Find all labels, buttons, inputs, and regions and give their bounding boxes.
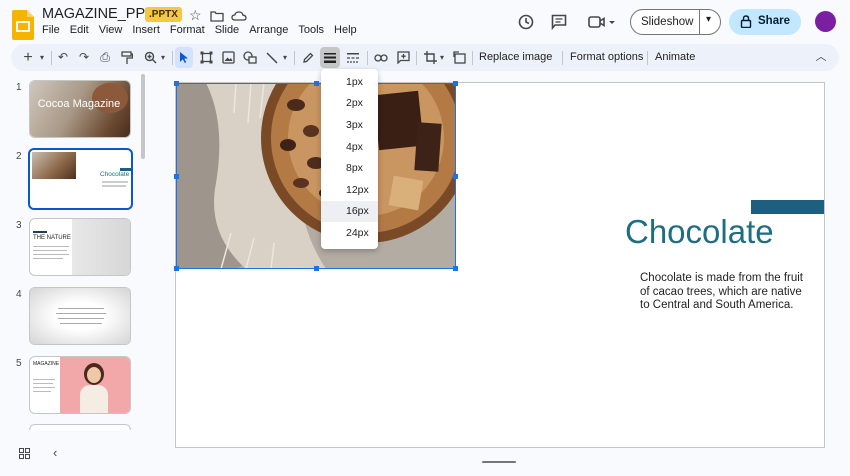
- crop-chevron-icon[interactable]: ▾: [438, 44, 446, 71]
- menu-format[interactable]: Format: [170, 24, 205, 36]
- new-slide-plus-icon[interactable]: +: [21, 44, 35, 71]
- animate-button[interactable]: Animate: [655, 44, 695, 71]
- slideshow-label: Slideshow: [641, 16, 694, 28]
- slide-number: 1: [16, 82, 22, 93]
- slideshow-button[interactable]: Slideshow ▾: [630, 9, 721, 35]
- star-icon[interactable]: ☆: [189, 7, 202, 24]
- slide-number: 3: [16, 220, 22, 231]
- collapse-toolbar-chevron-up-icon[interactable]: ︿: [814, 44, 828, 71]
- frame-select-icon[interactable]: [197, 44, 215, 71]
- account-avatar[interactable]: [815, 11, 836, 32]
- line-icon[interactable]: [264, 44, 280, 71]
- paint-format-icon[interactable]: [119, 44, 135, 71]
- slide-3-title: THE NATURE: [33, 235, 71, 241]
- version-history-icon[interactable]: [517, 13, 535, 36]
- slide-thumbnail-6-partial[interactable]: [29, 424, 131, 430]
- resize-handle[interactable]: [174, 174, 179, 179]
- resize-handle[interactable]: [174, 81, 179, 86]
- menu-tools[interactable]: Tools: [298, 24, 324, 36]
- collapse-filmstrip-chevron-icon[interactable]: ‹: [53, 445, 57, 460]
- toolbar: + ▾ ↶ ↷ ⎙ ▾ ▾ ▾ Replace image Format opt…: [11, 44, 839, 71]
- slide-thumbnail-4[interactable]: [29, 287, 131, 345]
- slide-thumbnail-1[interactable]: Cocoa Magazine: [29, 80, 131, 138]
- resize-handle[interactable]: [453, 266, 458, 271]
- image-icon[interactable]: [219, 44, 237, 71]
- zoom-chevron-icon[interactable]: ▾: [159, 44, 167, 71]
- border-weight-2px[interactable]: 2px: [321, 93, 378, 114]
- comments-icon[interactable]: [551, 14, 567, 35]
- select-pointer-icon[interactable]: [175, 47, 193, 68]
- accent-bar[interactable]: [751, 200, 824, 214]
- border-weight-4px[interactable]: 4px: [321, 137, 378, 158]
- shapes-icon[interactable]: [241, 44, 259, 71]
- add-comment-icon[interactable]: [394, 44, 412, 71]
- image-selection-box[interactable]: [174, 81, 458, 271]
- lock-icon: [740, 15, 752, 28]
- zoom-icon[interactable]: [141, 44, 159, 71]
- border-weight-24px[interactable]: 24px: [321, 223, 378, 244]
- redo-icon[interactable]: ↷: [76, 44, 92, 71]
- resize-handle[interactable]: [453, 81, 458, 86]
- resize-handle[interactable]: [453, 174, 458, 179]
- menu-insert[interactable]: Insert: [132, 24, 160, 36]
- menu-edit[interactable]: Edit: [70, 24, 89, 36]
- slide-1-title: Cocoa Magazine: [37, 98, 121, 110]
- slide-number: 4: [16, 289, 22, 300]
- filmstrip-scrollbar[interactable]: [141, 74, 145, 159]
- border-weight-8px[interactable]: 8px: [321, 158, 378, 179]
- slide-body-text[interactable]: Chocolate is made from the fruit of caca…: [640, 272, 805, 313]
- border-weight-12px[interactable]: 12px: [321, 180, 378, 201]
- slide-thumbnail-3[interactable]: THE NATURE: [29, 218, 131, 276]
- grid-view-icon[interactable]: [19, 446, 30, 464]
- border-color-pencil-icon[interactable]: [300, 44, 316, 71]
- speaker-notes-drag-handle[interactable]: [482, 461, 516, 463]
- slide-2-title: Chocolate: [100, 171, 130, 178]
- border-weight-16px[interactable]: 16px: [321, 201, 378, 222]
- replace-image-button[interactable]: Replace image: [479, 44, 552, 71]
- format-options-button[interactable]: Format options: [570, 44, 643, 71]
- meet-video-icon[interactable]: [588, 15, 616, 34]
- border-weight-icon[interactable]: [320, 47, 340, 68]
- border-weight-1px[interactable]: 1px: [321, 72, 378, 93]
- slides-logo-icon[interactable]: [12, 10, 34, 40]
- reset-image-icon[interactable]: [450, 44, 468, 71]
- crop-icon[interactable]: [421, 44, 439, 71]
- menu-view[interactable]: View: [99, 24, 123, 36]
- slide-number: 2: [16, 151, 22, 162]
- print-icon[interactable]: ⎙: [97, 44, 113, 71]
- menu-bar: File Edit View Insert Format Slide Arran…: [42, 24, 367, 36]
- share-button[interactable]: Share: [729, 9, 801, 35]
- slide-thumbnail-2[interactable]: Chocolate: [28, 148, 133, 210]
- slideshow-options-chevron-icon[interactable]: ▾: [706, 14, 711, 25]
- file-type-badge: .PPTX: [145, 7, 182, 22]
- menu-slide[interactable]: Slide: [215, 24, 239, 36]
- share-label: Share: [758, 15, 790, 27]
- undo-icon[interactable]: ↶: [55, 44, 71, 71]
- menu-arrange[interactable]: Arrange: [249, 24, 288, 36]
- slide-thumbnail-5[interactable]: MAGAZINE: [29, 356, 131, 414]
- border-weight-menu: 1px 2px 3px 4px 8px 12px 16px 24px: [321, 69, 378, 249]
- border-weight-3px[interactable]: 3px: [321, 115, 378, 136]
- line-chevron-icon[interactable]: ▾: [281, 44, 289, 71]
- new-slide-layout-chevron-icon[interactable]: ▾: [37, 44, 47, 71]
- insert-link-icon[interactable]: [372, 44, 390, 71]
- resize-handle[interactable]: [314, 81, 319, 86]
- menu-file[interactable]: File: [42, 24, 60, 36]
- slide-number: 5: [16, 358, 22, 369]
- border-dash-icon[interactable]: [344, 44, 362, 71]
- slide-title[interactable]: Chocolate: [625, 213, 774, 251]
- resize-handle[interactable]: [314, 266, 319, 271]
- menu-help[interactable]: Help: [334, 24, 357, 36]
- resize-handle[interactable]: [174, 266, 179, 271]
- slide-5-title: MAGAZINE: [33, 361, 60, 367]
